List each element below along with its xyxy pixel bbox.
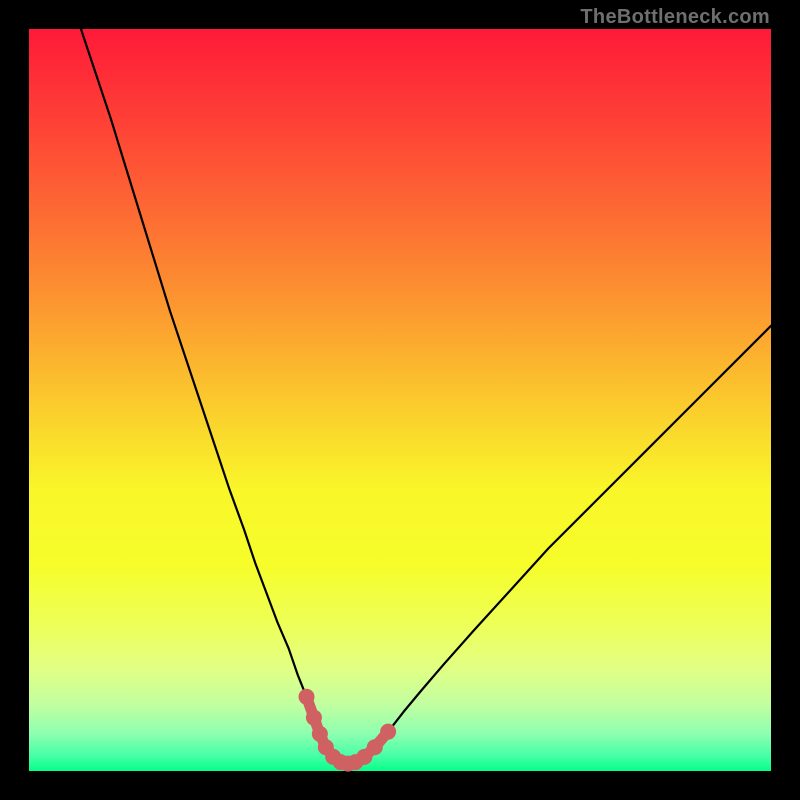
curve-layer	[29, 29, 771, 771]
chart-frame: TheBottleneck.com	[0, 0, 800, 800]
floor-marker-dot	[299, 689, 315, 705]
watermark-text: TheBottleneck.com	[580, 6, 770, 29]
floor-marker-dot	[367, 739, 383, 755]
bottleneck-floor-marker-dots	[299, 689, 397, 772]
bottleneck-curve	[81, 29, 771, 764]
floor-marker-dot	[306, 710, 322, 726]
floor-marker-dot	[380, 724, 396, 740]
